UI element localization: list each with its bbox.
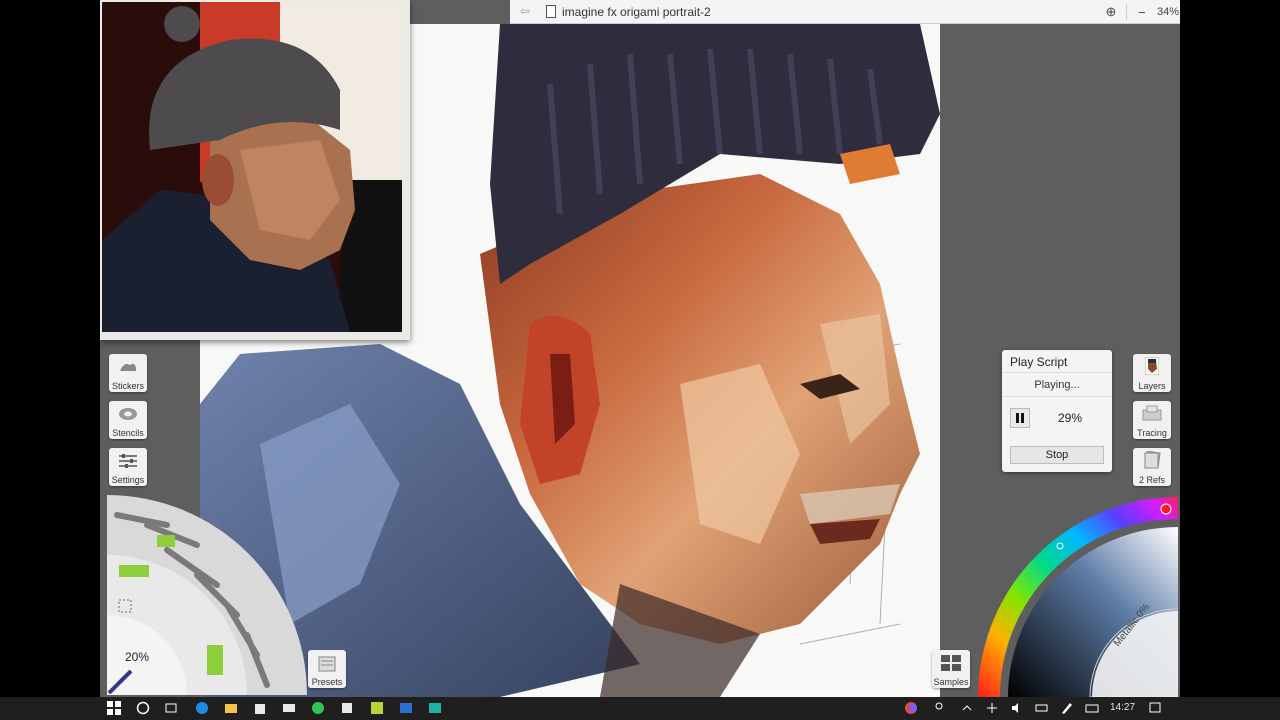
layers-button[interactable]: Layers — [1133, 354, 1171, 392]
reference-image[interactable] — [100, 0, 410, 340]
references-button[interactable]: 2 Refs — [1133, 448, 1171, 486]
pause-icon — [1016, 413, 1024, 423]
app-icon[interactable] — [399, 701, 413, 715]
app-icon[interactable] — [340, 701, 354, 715]
title-bar: ⇦ imagine fx origami portrait-2 ⊕ − 34% … — [510, 0, 1180, 24]
playback-progress: 29% — [1058, 411, 1083, 425]
clock[interactable]: 14:27 — [1110, 702, 1135, 713]
tool-wheel[interactable] — [107, 495, 307, 695]
stencils-label: Stencils — [112, 428, 144, 438]
separator — [1125, 4, 1127, 20]
presets-label: Presets — [311, 677, 343, 687]
back-icon[interactable]: ⇦ — [520, 4, 534, 18]
divider — [1002, 396, 1112, 397]
tracing-label: Tracing — [1137, 428, 1167, 438]
windows-start-icon[interactable] — [107, 701, 121, 715]
samples-grid-icon — [941, 655, 961, 676]
play-script-title: Play Script — [1010, 355, 1068, 369]
stickers-button[interactable]: Stickers — [109, 354, 147, 392]
tracing-icon — [1142, 405, 1162, 426]
keyboard-icon[interactable] — [1085, 701, 1099, 715]
samples-label: Samples — [933, 677, 969, 687]
add-reference-icon[interactable]: ⊕ — [1100, 1, 1122, 23]
zoom-out-button[interactable]: − — [1131, 1, 1153, 23]
app-icon[interactable] — [428, 701, 442, 715]
file-explorer-icon[interactable] — [224, 701, 238, 715]
brush-size-percent: 20% — [125, 650, 150, 664]
stickers-icon — [118, 359, 138, 375]
sliders-icon — [118, 453, 138, 469]
battery-icon[interactable] — [1035, 701, 1049, 715]
stop-button[interactable]: Stop — [1010, 446, 1104, 464]
samples-button[interactable]: Samples — [932, 650, 970, 688]
presets-button[interactable]: Presets — [308, 650, 346, 688]
pause-button[interactable] — [1010, 408, 1030, 428]
stencils-button[interactable]: Stencils — [109, 401, 147, 439]
network-icon[interactable] — [985, 701, 999, 715]
document-icon — [546, 5, 556, 18]
color-app-icon[interactable] — [904, 701, 918, 715]
people-icon[interactable] — [932, 701, 946, 715]
references-icon — [1143, 450, 1161, 474]
edge-icon[interactable] — [195, 701, 209, 715]
pen-icon[interactable] — [1060, 701, 1074, 715]
playback-status: Playing... — [1034, 379, 1080, 391]
color-picker-wheel[interactable] — [978, 497, 1179, 697]
volume-icon[interactable] — [1010, 701, 1024, 715]
mail-icon[interactable] — [282, 701, 296, 715]
chevron-up-icon[interactable] — [960, 701, 974, 715]
play-script-panel: Play Script Playing... 29% Stop — [1002, 350, 1112, 472]
app-window: Stickers Stencils Settings 20% Presets ⇦… — [100, 0, 1180, 697]
references-label: 2 Refs — [1138, 475, 1165, 485]
zoom-level: 34% — [1156, 6, 1179, 18]
tracing-button[interactable]: Tracing — [1133, 401, 1171, 439]
settings-button[interactable]: Settings — [109, 448, 147, 486]
document-title: imagine fx origami portrait-2 — [562, 5, 711, 19]
whatsapp-icon[interactable] — [311, 701, 325, 715]
layers-thumbnail-icon — [1144, 356, 1160, 380]
presets-icon — [318, 656, 336, 677]
stencils-icon — [118, 406, 138, 422]
settings-label: Settings — [111, 475, 145, 485]
artrage-icon[interactable] — [370, 701, 384, 715]
divider — [1002, 372, 1112, 373]
store-icon[interactable] — [253, 701, 267, 715]
notifications-icon[interactable] — [1148, 701, 1162, 715]
stickers-label: Stickers — [111, 381, 144, 391]
layers-label: Layers — [1138, 381, 1166, 391]
windows-taskbar: 14:27 — [0, 697, 1280, 720]
task-view-icon[interactable] — [164, 701, 178, 715]
cortana-icon[interactable] — [136, 701, 150, 715]
